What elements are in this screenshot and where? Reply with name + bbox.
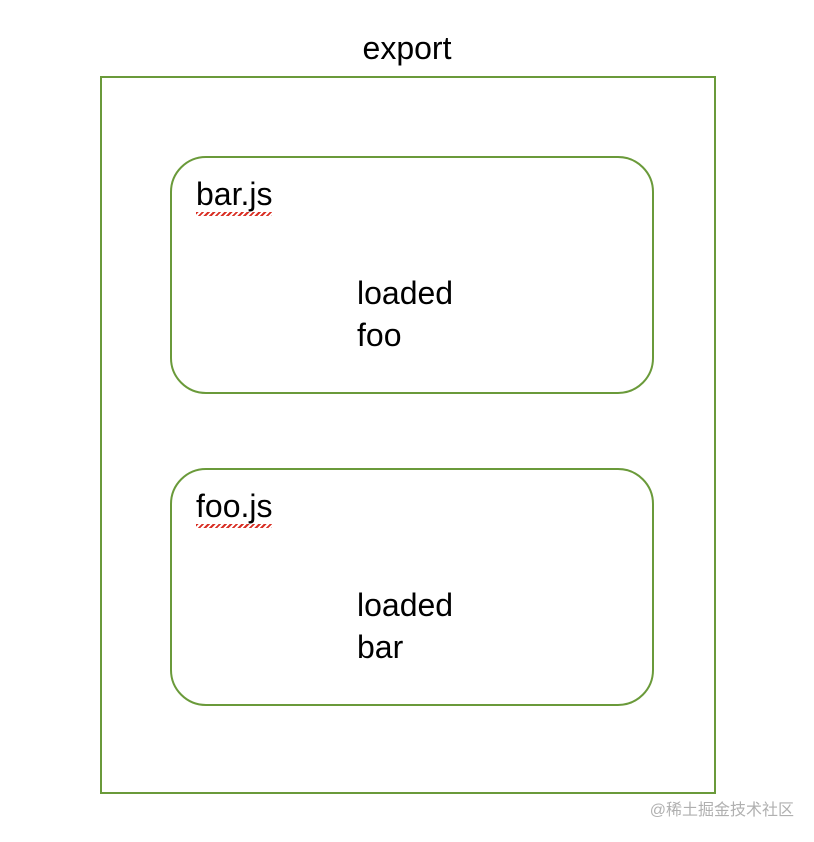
module-bar-content: loaded foo (357, 273, 453, 356)
module-bar-content-line1: loaded (357, 273, 453, 315)
diagram-title: export (0, 30, 814, 67)
module-bar: bar.js loaded foo (170, 156, 654, 394)
module-foo-filename: foo.js (196, 488, 272, 525)
module-bar-filename-text: bar.js (196, 176, 272, 213)
module-foo-content: loaded bar (357, 585, 453, 668)
module-bar-filename: bar.js (196, 176, 272, 213)
export-container: bar.js loaded foo foo.js loaded bar (100, 76, 716, 794)
module-bar-content-line2: foo (357, 315, 453, 357)
module-foo: foo.js loaded bar (170, 468, 654, 706)
watermark: @稀土掘金技术社区 (650, 796, 794, 820)
module-foo-content-line1: loaded (357, 585, 453, 627)
module-foo-filename-text: foo.js (196, 488, 272, 525)
module-foo-content-line2: bar (357, 627, 453, 669)
